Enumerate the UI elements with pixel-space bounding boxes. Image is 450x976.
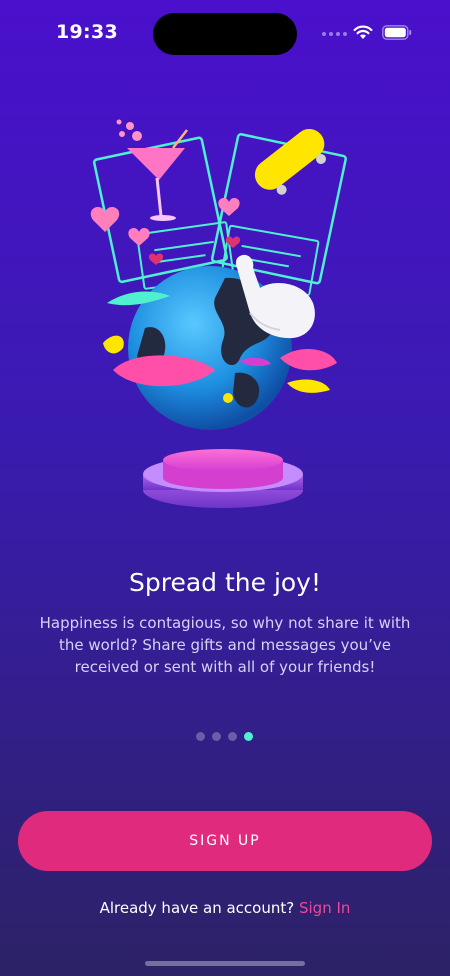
battery-icon	[382, 25, 412, 40]
page-dot	[196, 732, 205, 741]
onboarding-title: Spread the joy!	[128, 568, 322, 597]
sign-in-prompt: Already have an account?	[99, 899, 295, 917]
onboarding-description: Happiness is contagious, so why not shar…	[39, 614, 411, 676]
onboarding-screen: 19:33 Spread the joy! Happiness is conta…	[0, 0, 450, 976]
wifi-icon	[353, 25, 373, 39]
dynamic-island	[153, 13, 297, 55]
sign-up-button[interactable]: SIGN UP	[18, 811, 432, 871]
page-dot-active	[244, 732, 253, 741]
page-dot	[228, 732, 237, 741]
sign-in-row: Already have an account? Sign In	[0, 899, 450, 917]
home-indicator	[145, 961, 305, 966]
cellular-signal-icon	[322, 32, 347, 36]
page-dot	[212, 732, 221, 741]
sign-in-link[interactable]: Sign In	[299, 899, 350, 917]
status-time: 19:33	[56, 21, 118, 43]
status-bar: 19:33	[0, 0, 450, 66]
globe-illustration	[90, 119, 347, 508]
page-indicator	[196, 732, 253, 741]
